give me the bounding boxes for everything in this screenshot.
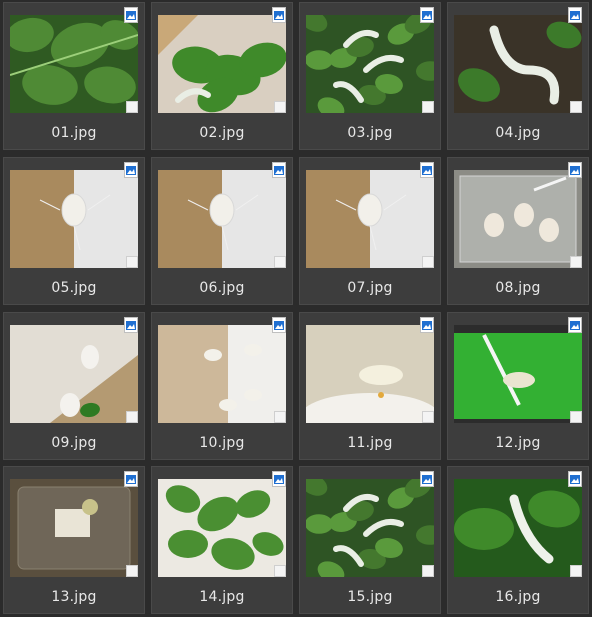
image-file-icon [568, 7, 582, 23]
image-file-icon [568, 317, 582, 333]
image-thumbnail[interactable] [306, 479, 434, 577]
image-thumbnail[interactable] [158, 325, 286, 423]
file-name-label: 13.jpg [51, 589, 97, 605]
image-file-icon [420, 471, 434, 487]
image-file-icon [420, 162, 434, 178]
image-thumbnail[interactable] [454, 15, 582, 113]
file-name-label: 16.jpg [495, 589, 541, 605]
file-tile[interactable]: 02.jpg [151, 2, 293, 150]
image-file-icon [568, 162, 582, 178]
file-tile[interactable]: 05.jpg [3, 157, 145, 305]
image-thumbnail[interactable] [10, 170, 138, 268]
image-file-icon [124, 7, 138, 23]
image-thumbnail[interactable] [10, 325, 138, 423]
select-checkbox[interactable] [570, 411, 582, 423]
image-thumbnail[interactable] [306, 170, 434, 268]
image-file-icon [420, 317, 434, 333]
select-checkbox[interactable] [274, 101, 286, 113]
file-name-label: 12.jpg [495, 435, 541, 451]
image-file-icon [272, 7, 286, 23]
select-checkbox[interactable] [126, 411, 138, 423]
select-checkbox[interactable] [422, 565, 434, 577]
select-checkbox[interactable] [126, 101, 138, 113]
select-checkbox[interactable] [422, 101, 434, 113]
select-checkbox[interactable] [570, 256, 582, 268]
image-thumbnail[interactable] [158, 15, 286, 113]
image-thumbnail[interactable] [158, 170, 286, 268]
file-name-label: 09.jpg [51, 435, 97, 451]
file-name-label: 05.jpg [51, 280, 97, 296]
select-checkbox[interactable] [570, 101, 582, 113]
thumbnail-grid: 01.jpg 02.jpg 03.jpg 04.jpg 05.jpg 06.jp… [0, 0, 592, 617]
file-name-label: 02.jpg [199, 125, 245, 141]
file-tile[interactable]: 15.jpg [299, 466, 441, 614]
image-thumbnail[interactable] [10, 15, 138, 113]
file-name-label: 14.jpg [199, 589, 245, 605]
image-thumbnail[interactable] [306, 15, 434, 113]
file-tile[interactable]: 11.jpg [299, 312, 441, 460]
file-tile[interactable]: 07.jpg [299, 157, 441, 305]
image-file-icon [124, 471, 138, 487]
file-tile[interactable]: 13.jpg [3, 466, 145, 614]
file-tile[interactable]: 01.jpg [3, 2, 145, 150]
file-tile[interactable]: 12.jpg [447, 312, 589, 460]
file-name-label: 10.jpg [199, 435, 245, 451]
image-thumbnail[interactable] [306, 325, 434, 423]
image-thumbnail[interactable] [454, 325, 582, 423]
file-tile[interactable]: 09.jpg [3, 312, 145, 460]
select-checkbox[interactable] [274, 256, 286, 268]
image-file-icon [272, 317, 286, 333]
file-name-label: 04.jpg [495, 125, 541, 141]
file-tile[interactable]: 14.jpg [151, 466, 293, 614]
file-tile[interactable]: 06.jpg [151, 157, 293, 305]
file-tile[interactable]: 04.jpg [447, 2, 589, 150]
image-file-icon [272, 162, 286, 178]
file-tile[interactable]: 16.jpg [447, 466, 589, 614]
image-thumbnail[interactable] [454, 170, 582, 268]
file-name-label: 06.jpg [199, 280, 245, 296]
select-checkbox[interactable] [126, 256, 138, 268]
file-name-label: 03.jpg [347, 125, 393, 141]
select-checkbox[interactable] [274, 565, 286, 577]
file-name-label: 08.jpg [495, 280, 541, 296]
image-file-icon [568, 471, 582, 487]
select-checkbox[interactable] [274, 411, 286, 423]
image-file-icon [124, 317, 138, 333]
file-name-label: 07.jpg [347, 280, 393, 296]
file-name-label: 11.jpg [347, 435, 393, 451]
file-tile[interactable]: 10.jpg [151, 312, 293, 460]
image-thumbnail[interactable] [454, 479, 582, 577]
image-thumbnail[interactable] [158, 479, 286, 577]
file-name-label: 01.jpg [51, 125, 97, 141]
select-checkbox[interactable] [422, 256, 434, 268]
select-checkbox[interactable] [570, 565, 582, 577]
image-file-icon [272, 471, 286, 487]
file-name-label: 15.jpg [347, 589, 393, 605]
file-tile[interactable]: 03.jpg [299, 2, 441, 150]
select-checkbox[interactable] [126, 565, 138, 577]
file-tile[interactable]: 08.jpg [447, 157, 589, 305]
image-thumbnail[interactable] [10, 479, 138, 577]
select-checkbox[interactable] [422, 411, 434, 423]
image-file-icon [420, 7, 434, 23]
image-file-icon [124, 162, 138, 178]
